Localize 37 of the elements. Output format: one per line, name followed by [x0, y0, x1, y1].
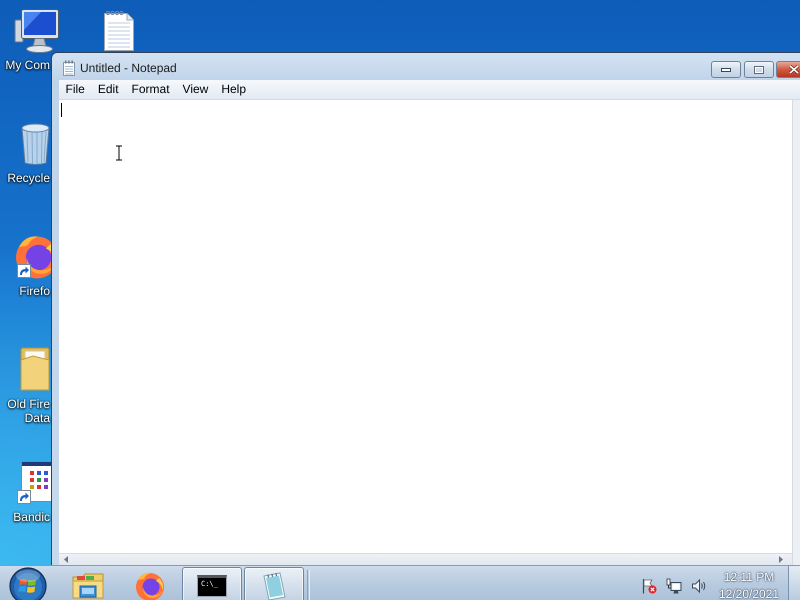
- menu-item[interactable]: File: [59, 80, 92, 99]
- left-arrow-icon[interactable]: [64, 556, 68, 563]
- clock-time: 12:11 PM: [724, 568, 774, 586]
- menu-item[interactable]: Format: [125, 80, 176, 99]
- taskbar-button[interactable]: [71, 570, 105, 600]
- minimize-button[interactable]: [711, 61, 741, 78]
- speaker-icon[interactable]: [691, 578, 707, 594]
- menu-item[interactable]: View: [176, 80, 215, 99]
- close-button[interactable]: [776, 61, 800, 78]
- folder-icon: [71, 570, 105, 600]
- window-title: Untitled - Notepad: [80, 61, 177, 75]
- flag-orb-icon: [9, 566, 47, 600]
- horizontal-scrollbar[interactable]: [59, 553, 792, 565]
- close-icon: [789, 65, 799, 74]
- maximize-button[interactable]: [744, 61, 774, 78]
- right-arrow-icon[interactable]: [779, 556, 783, 563]
- clock-date: 12/20/2021: [718, 586, 780, 600]
- computer-icon[interactable]: [13, 6, 61, 54]
- notepad-icon[interactable]: [63, 60, 75, 76]
- start-button[interactable]: [9, 566, 47, 600]
- document-icon[interactable]: [102, 9, 136, 51]
- i-beam-pointer-icon: [115, 145, 123, 161]
- icon-label: Firefo: [19, 284, 50, 298]
- flag-alert-icon[interactable]: [641, 578, 657, 594]
- menu-item[interactable]: Edit: [91, 80, 126, 99]
- vertical-scrollbar[interactable]: [792, 100, 800, 565]
- maximize-icon: [754, 66, 764, 74]
- icon-label: Old Fire Data: [6, 397, 50, 425]
- minimize-icon: [721, 68, 731, 72]
- icon-label: My Com: [5, 58, 50, 72]
- show-desktop-button[interactable]: [788, 566, 800, 600]
- taskbar-button[interactable]: [244, 567, 304, 600]
- icon-label: Bandic: [13, 510, 50, 524]
- network-icon[interactable]: [666, 578, 682, 594]
- icon-label: Recycle: [7, 171, 50, 185]
- menu-item[interactable]: Help: [214, 80, 253, 99]
- text-caret-icon: [61, 103, 62, 117]
